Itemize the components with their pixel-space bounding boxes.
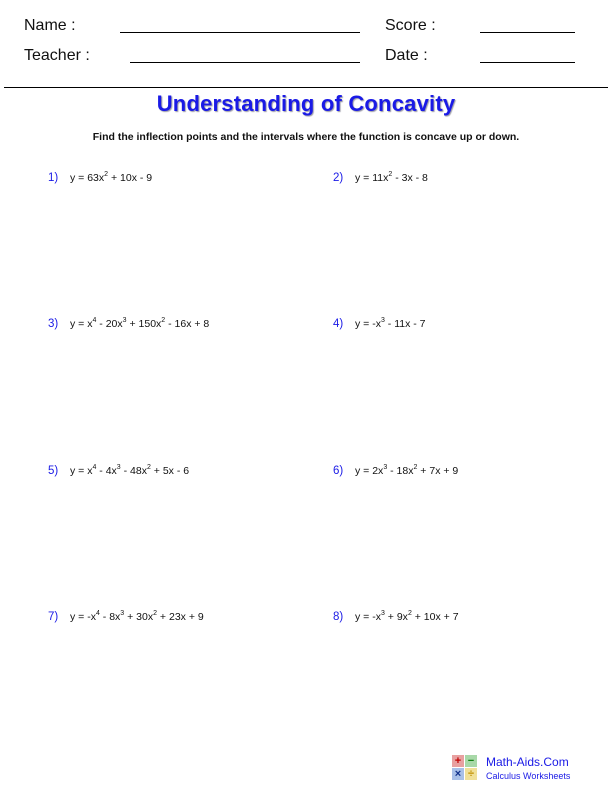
problem-number: 6): [333, 465, 344, 477]
problem-equation: y = -x3 - 11x - 7: [355, 317, 426, 330]
equation-term: + 30x: [124, 611, 154, 623]
equation-term: y = 2x: [355, 465, 384, 477]
problem-number: 1): [48, 172, 59, 184]
equation-term: - 8x: [99, 611, 121, 623]
multiply-icon: ×: [452, 768, 464, 780]
problem-equation: y = -x3 + 9x2 + 10x + 7: [355, 610, 459, 623]
problem-equation: y = 2x3 - 18x2 + 7x + 9: [355, 464, 459, 477]
equation-term: + 10x + 7: [411, 611, 459, 623]
teacher-label: Teacher :: [24, 47, 90, 64]
equation-term: - 16x + 8: [165, 318, 210, 330]
equation-term: y = -x: [355, 611, 381, 623]
equation-term: + 10x - 9: [108, 172, 153, 184]
problem-number: 2): [333, 172, 344, 184]
equation-term: y = x: [70, 465, 93, 477]
problem-equation: y = x4 - 4x3 - 48x2 + 5x - 6: [70, 464, 190, 477]
header-divider: [4, 87, 608, 88]
score-field-line[interactable]: [480, 32, 575, 33]
problem-number: 3): [48, 318, 59, 330]
problem-4: 4) y = -x3 - 11x - 7: [333, 317, 426, 330]
equation-term: + 23x + 9: [157, 611, 204, 623]
minus-icon: −: [465, 755, 477, 767]
name-field-line[interactable]: [120, 32, 360, 33]
problem-equation: y = 63x2 + 10x - 9: [70, 171, 153, 184]
equation-term: - 11x - 7: [384, 318, 426, 330]
date-label: Date :: [385, 47, 428, 64]
problem-2: 2) y = 11x2 - 3x - 8: [333, 171, 428, 184]
equation-term: - 4x: [96, 465, 117, 477]
problem-6: 6) y = 2x3 - 18x2 + 7x + 9: [333, 464, 459, 477]
brand-name[interactable]: Math-Aids.Com: [486, 755, 569, 769]
brand-subtitle: Calculus Worksheets: [486, 771, 571, 781]
equation-term: y = 63x: [70, 172, 105, 184]
problem-number: 5): [48, 465, 59, 477]
divide-icon: ÷: [465, 768, 477, 780]
problem-equation: y = x4 - 20x3 + 150x2 - 16x + 8: [70, 317, 210, 330]
date-field-line[interactable]: [480, 62, 575, 63]
equation-term: y = 11x: [355, 172, 389, 184]
problem-number: 8): [333, 611, 344, 623]
equation-term: - 48x: [120, 465, 147, 477]
problem-number: 7): [48, 611, 59, 623]
equation-term: - 3x - 8: [392, 172, 428, 184]
problem-equation: y = -x4 - 8x3 + 30x2 + 23x + 9: [70, 610, 204, 623]
footer-branding: + − × ÷ Math-Aids.Com Calculus Worksheet…: [452, 755, 602, 785]
problem-7: 7) y = -x4 - 8x3 + 30x2 + 23x + 9: [48, 610, 204, 623]
teacher-field-line[interactable]: [130, 62, 360, 63]
problem-number: 4): [333, 318, 344, 330]
name-label: Name :: [24, 17, 76, 34]
equation-term: + 150x: [126, 318, 162, 330]
problem-1: 1) y = 63x2 + 10x - 9: [48, 171, 153, 184]
math-aids-logo-icon: + − × ÷: [452, 755, 478, 781]
equation-term: + 9x: [384, 611, 408, 623]
equation-term: - 18x: [387, 465, 414, 477]
equation-term: - 20x: [96, 318, 123, 330]
problem-5: 5) y = x4 - 4x3 - 48x2 + 5x - 6: [48, 464, 190, 477]
equation-term: + 5x - 6: [150, 465, 190, 477]
equation-term: y = -x: [355, 318, 381, 330]
problem-equation: y = 11x2 - 3x - 8: [355, 171, 428, 184]
instructions: Find the inflection points and the inter…: [92, 131, 520, 143]
equation-term: + 7x + 9: [417, 465, 459, 477]
problem-8: 8) y = -x3 + 9x2 + 10x + 7: [333, 610, 459, 623]
plus-icon: +: [452, 755, 464, 767]
problem-3: 3) y = x4 - 20x3 + 150x2 - 16x + 8: [48, 317, 210, 330]
worksheet-title: Understanding of Concavity: [156, 91, 456, 116]
score-label: Score :: [385, 17, 436, 34]
equation-term: y = -x: [70, 611, 96, 623]
equation-term: y = x: [70, 318, 93, 330]
